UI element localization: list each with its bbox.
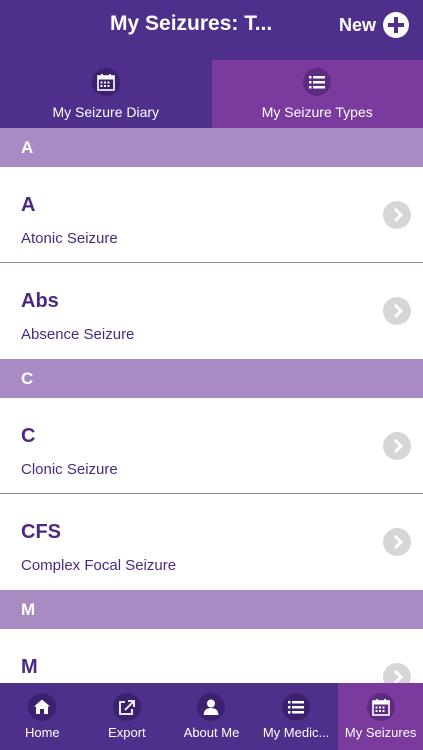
chevron-right-icon[interactable] [383, 528, 411, 556]
list-icon [303, 68, 332, 96]
nav-my-seizures-label: My Seizures [344, 725, 417, 740]
nav-my-seizures[interactable]: My Seizures [338, 683, 423, 750]
item-abbreviation: Abs [21, 290, 59, 312]
chevron-right-icon[interactable] [383, 297, 411, 325]
page-title: My Seizures: T... [110, 12, 273, 35]
list-item[interactable]: A Atonic Seizure [0, 167, 423, 263]
calendar-icon [91, 68, 120, 96]
nav-export[interactable]: Export [85, 683, 170, 750]
list-item[interactable]: Abs Absence Seizure [0, 263, 423, 359]
section-header-c: C [0, 359, 423, 398]
bottom-nav: Home Export About Me My Medic... My Seiz… [0, 683, 423, 750]
nav-about-me[interactable]: About Me [169, 683, 254, 750]
person-icon [197, 693, 226, 721]
seizure-types-list[interactable]: A A Atonic Seizure Abs Absence Seizure C… [0, 128, 423, 683]
item-name: Atonic Seizure [21, 230, 118, 247]
list-item[interactable]: C Clonic Seizure [0, 398, 423, 494]
plus-icon [383, 12, 409, 38]
section-header-m: M [0, 590, 423, 629]
tab-seizure-diary-label: My Seizure Diary [52, 104, 160, 120]
item-name: Complex Focal Seizure [21, 557, 177, 574]
item-abbreviation: C [21, 425, 36, 447]
app-header: My Seizures: T... New [0, 0, 423, 60]
segment-tabs: My Seizure Diary My Seizure Types [0, 60, 423, 128]
nav-about-me-label: About Me [183, 725, 240, 740]
nav-home-label: Home [24, 725, 60, 740]
item-name: Clonic Seizure [21, 461, 118, 478]
list-icon [282, 693, 311, 721]
item-abbreviation: CFS [21, 521, 61, 543]
chevron-right-icon[interactable] [383, 432, 411, 460]
section-header-a: A [0, 128, 423, 167]
nav-export-label: Export [108, 725, 146, 740]
list-item[interactable]: CFS Complex Focal Seizure [0, 494, 423, 590]
nav-home[interactable]: Home [0, 683, 85, 750]
new-button-label: New [338, 14, 376, 35]
tab-seizure-types[interactable]: My Seizure Types [211, 60, 423, 128]
calendar-icon [366, 693, 395, 721]
chevron-right-icon[interactable] [383, 663, 411, 683]
item-abbreviation: M [21, 656, 38, 678]
tab-seizure-diary[interactable]: My Seizure Diary [0, 60, 212, 128]
export-icon [112, 693, 141, 721]
new-button[interactable]: New [339, 12, 409, 38]
tab-seizure-types-label: My Seizure Types [261, 104, 373, 120]
home-icon [28, 693, 57, 721]
nav-my-medications[interactable]: My Medic... [254, 683, 339, 750]
chevron-right-icon[interactable] [383, 201, 411, 229]
list-item[interactable]: M [0, 629, 423, 683]
item-name: Absence Seizure [21, 326, 135, 343]
item-abbreviation: A [21, 194, 36, 216]
nav-my-medications-label: My Medic... [262, 725, 330, 740]
